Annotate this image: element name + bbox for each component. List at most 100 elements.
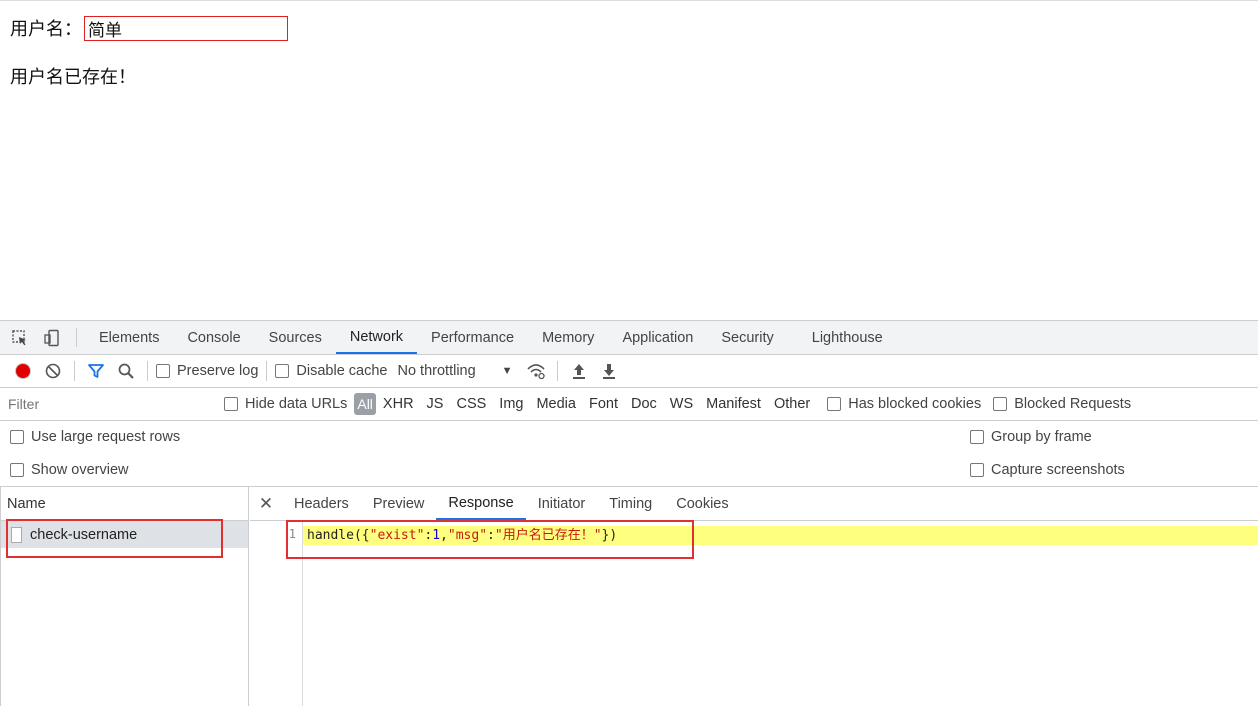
devtools-tabbar: Elements Console Sources Network Perform… (0, 321, 1258, 355)
device-toolbar-icon[interactable] (36, 321, 68, 354)
request-detail: ✕ Headers Preview Response Initiator Tim… (250, 487, 1258, 706)
blocked-requests-label: Blocked Requests (1014, 396, 1132, 412)
type-filter-xhr[interactable]: XHR (383, 396, 414, 412)
tab-security[interactable]: Security (707, 321, 787, 354)
type-filter-all[interactable]: All (354, 393, 376, 415)
request-name: check-username (30, 526, 138, 543)
tab-lighthouse[interactable]: Lighthouse (798, 321, 897, 354)
type-filter-manifest[interactable]: Manifest (706, 396, 761, 412)
export-har-icon[interactable] (594, 358, 624, 384)
code-close-paren: }) (601, 528, 618, 543)
tab-memory[interactable]: Memory (528, 321, 608, 354)
type-filter-doc[interactable]: Doc (631, 396, 657, 412)
network-body: Name check-username ✕ Headers Preview Re… (0, 487, 1258, 706)
network-conditions-icon[interactable] (521, 358, 551, 384)
tab-preview[interactable]: Preview (361, 487, 437, 520)
checkbox-box[interactable] (224, 397, 238, 411)
has-blocked-cookies-label: Has blocked cookies (848, 396, 982, 412)
capture-screenshots-label: Capture screenshots (991, 462, 1125, 478)
group-by-frame-label: Group by frame (991, 429, 1092, 445)
record-icon[interactable] (8, 358, 38, 384)
request-row[interactable]: check-username (1, 521, 248, 548)
type-filter-media[interactable]: Media (536, 396, 576, 412)
checkbox-box[interactable] (10, 430, 24, 444)
type-filter-other[interactable]: Other (774, 396, 810, 412)
tab-application[interactable]: Application (608, 321, 707, 354)
code-key-msg: "msg" (447, 528, 488, 543)
preserve-log-checkbox[interactable]: Preserve log (156, 363, 258, 379)
capture-screenshots-checkbox[interactable]: Capture screenshots (970, 462, 1125, 478)
username-input[interactable] (84, 15, 288, 41)
tab-console[interactable]: Console (173, 321, 254, 354)
toolbar-separator (74, 361, 75, 381)
checkbox-box[interactable] (156, 364, 170, 378)
result-message: 用户名已存在！ (10, 67, 136, 88)
throttling-value: No throttling (397, 363, 476, 379)
code-colon: : (487, 528, 495, 543)
filter-icon[interactable] (81, 358, 111, 384)
toolbar-separator (266, 361, 268, 381)
checkbox-box[interactable] (993, 397, 1008, 411)
show-overview-checkbox[interactable]: Show overview (10, 462, 129, 478)
code-value-msg: "用户名已存在！" (494, 528, 602, 543)
line-number: 1 (288, 527, 296, 541)
filter-bar: Hide data URLs All XHR JS CSS Img Media … (0, 388, 1258, 421)
checkbox-box[interactable] (275, 364, 290, 378)
checkbox-box[interactable] (970, 463, 984, 477)
name-column-header[interactable]: Name (1, 487, 248, 521)
tab-headers[interactable]: Headers (282, 487, 361, 520)
search-icon[interactable] (111, 358, 141, 384)
type-filter-ws[interactable]: WS (670, 396, 693, 412)
inspect-element-icon[interactable] (4, 321, 36, 354)
request-list: Name check-username (0, 487, 249, 706)
throttling-select[interactable]: No throttling ▼ (393, 363, 512, 379)
toolbar-separator (147, 361, 148, 381)
network-settings: Use large request rows Show overview Gro… (0, 421, 1258, 487)
tab-sources[interactable]: Sources (255, 321, 336, 354)
response-code-line[interactable]: handle({"exist":1,"msg":"用户名已存在！"}) (303, 526, 1258, 545)
checkbox-box[interactable] (970, 430, 984, 444)
code-comma: , (440, 528, 448, 543)
document-icon (11, 526, 22, 543)
type-filter-font[interactable]: Font (589, 396, 618, 412)
tab-elements[interactable]: Elements (85, 321, 173, 354)
devtools-panel: Elements Console Sources Network Perform… (0, 320, 1258, 706)
detail-tabbar: ✕ Headers Preview Response Initiator Tim… (250, 487, 1258, 521)
username-row: 用户名： (10, 15, 288, 41)
disable-cache-checkbox[interactable]: Disable cache (275, 363, 387, 379)
group-by-frame-checkbox[interactable]: Group by frame (970, 429, 1092, 445)
chevron-down-icon: ▼ (501, 365, 513, 377)
response-viewer[interactable]: 1 handle({"exist":1,"msg":"用户名已存在！"}) (250, 521, 1258, 706)
tab-performance[interactable]: Performance (417, 321, 528, 354)
disable-cache-label: Disable cache (296, 363, 388, 379)
line-gutter: 1 (250, 521, 303, 706)
tab-timing[interactable]: Timing (597, 487, 664, 520)
clear-icon[interactable] (38, 358, 68, 384)
large-rows-checkbox[interactable]: Use large request rows (10, 429, 180, 445)
hide-data-urls-label: Hide data URLs (245, 396, 348, 412)
import-har-icon[interactable] (564, 358, 594, 384)
tab-response[interactable]: Response (436, 487, 526, 520)
tab-initiator[interactable]: Initiator (526, 487, 598, 520)
type-filter-img[interactable]: Img (499, 396, 523, 412)
page-content: 用户名： 用户名已存在！ (0, 0, 1258, 320)
tab-network[interactable]: Network (335, 321, 418, 354)
blocked-requests-checkbox[interactable]: Blocked Requests (993, 396, 1131, 412)
code-open-paren: ({ (353, 528, 370, 543)
checkbox-box[interactable] (10, 463, 24, 477)
code-function: handle (307, 528, 354, 543)
type-filter-css[interactable]: CSS (456, 396, 486, 412)
has-blocked-cookies-checkbox[interactable]: Has blocked cookies (827, 396, 981, 412)
preserve-log-label: Preserve log (177, 363, 259, 379)
network-toolbar: Preserve log Disable cache No throttling… (0, 355, 1258, 388)
code-key-exist: "exist" (369, 528, 425, 543)
username-label: 用户名： (10, 19, 82, 40)
type-filter-js[interactable]: JS (427, 396, 444, 412)
tab-cookies[interactable]: Cookies (664, 487, 740, 520)
hide-data-urls-checkbox[interactable]: Hide data URLs (224, 396, 347, 412)
filter-input[interactable] (6, 393, 210, 415)
close-icon[interactable]: ✕ (250, 487, 282, 520)
large-rows-label: Use large request rows (31, 429, 181, 445)
checkbox-box[interactable] (827, 397, 842, 411)
show-overview-label: Show overview (31, 462, 129, 478)
